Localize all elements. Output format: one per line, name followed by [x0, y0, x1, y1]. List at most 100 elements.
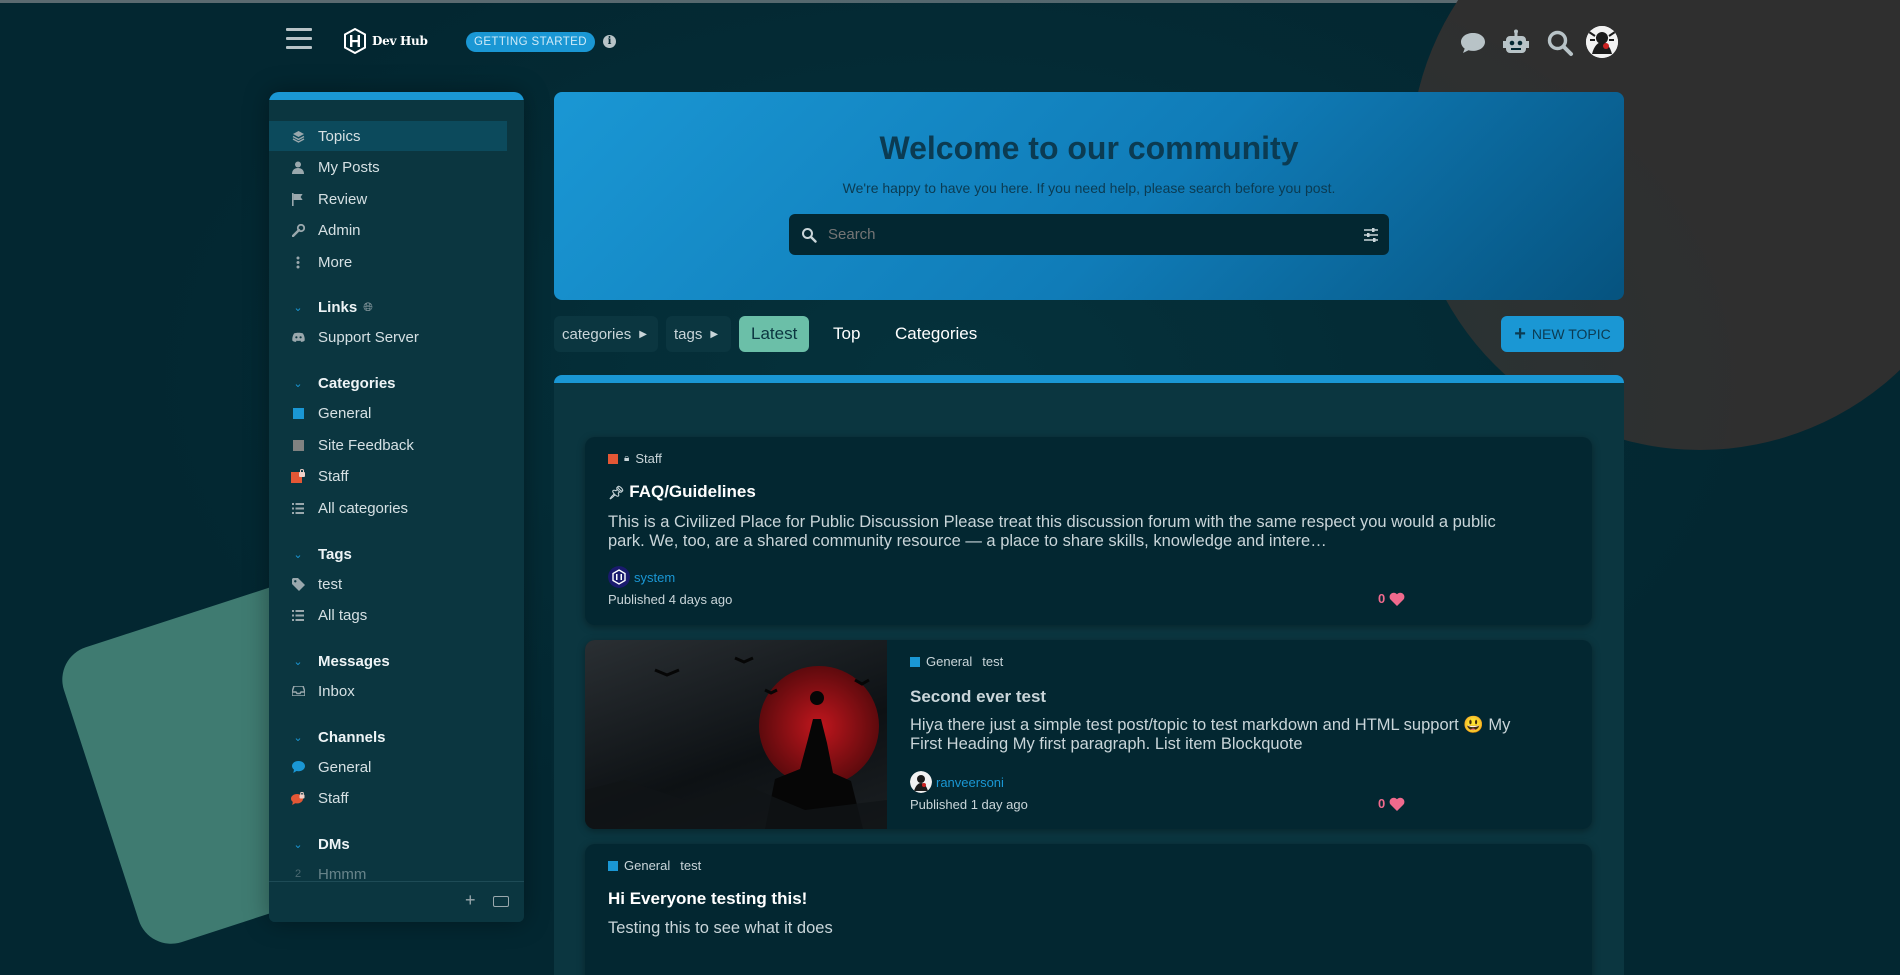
like-count-value: 0 — [1378, 796, 1386, 811]
sidebar-item-label: Review — [318, 190, 368, 208]
topic-title[interactable]: 📌︎ FAQ/Guidelines — [608, 482, 756, 502]
topic-author[interactable]: ranveersoni — [910, 771, 1004, 793]
topic-author[interactable]: system — [608, 566, 675, 588]
search-icon — [802, 227, 817, 243]
chevron-down-icon: ⌄ — [293, 731, 303, 744]
sidebar-item-label: General — [318, 758, 372, 776]
sidebar-item-topics[interactable]: Topics — [269, 121, 507, 151]
topic-category[interactable]: General test — [608, 858, 701, 873]
sidebar-item-label: Topics — [318, 127, 361, 145]
tags-dropdown[interactable]: tags ▶ — [666, 316, 731, 352]
author-name: system — [634, 569, 676, 585]
topic-list: 🔒︎ Staff 📌︎ FAQ/Guidelines This is a Civ… — [554, 375, 1624, 975]
topic-tag[interactable]: test — [680, 858, 701, 873]
sidebar-item-inbox[interactable]: Inbox — [269, 676, 507, 706]
sidebar-item-label: Support Server — [318, 328, 419, 346]
list-icon — [291, 608, 305, 622]
site-logo[interactable]: Dev Hub — [344, 28, 428, 54]
sidebar-item-more[interactable]: More — [269, 247, 507, 277]
banner-subtitle: We're happy to have you here. If you nee… — [842, 180, 1336, 196]
chevron-down-icon: ⌄ — [293, 377, 303, 390]
heart-icon — [1389, 797, 1405, 811]
caret-right-icon: ▶ — [639, 328, 647, 340]
topic-category[interactable]: 🔒︎ Staff — [608, 451, 662, 466]
topic-tag[interactable]: test — [982, 654, 1003, 669]
sidebar-item-review[interactable]: Review — [269, 184, 507, 214]
section-title: Links — [318, 298, 358, 316]
sidebar-item-label: Staff — [318, 467, 349, 485]
topic-list-accent-bar — [554, 375, 1624, 383]
sidebar-section-dms[interactable]: ⌄ DMs — [269, 831, 507, 857]
categories-dropdown[interactable]: categories ▶ — [554, 316, 658, 352]
topic-title[interactable]: Hi Everyone testing this! — [608, 889, 807, 909]
search-input[interactable] — [826, 225, 1350, 244]
globe-icon: 🌐︎ — [363, 299, 373, 314]
thumbnail-artwork — [585, 656, 887, 829]
menu-icon[interactable] — [286, 28, 312, 50]
like-count[interactable]: 0 — [1378, 591, 1405, 606]
topic-card[interactable]: General test Hi Everyone testing this! T… — [585, 844, 1592, 975]
topic-card[interactable]: General test Second ever test Hiya there… — [585, 640, 1592, 829]
new-topic-button[interactable]: + NEW TOPIC — [1501, 316, 1624, 352]
welcome-banner: Welcome to our community We're happy to … — [554, 92, 1624, 300]
sidebar-item-staff[interactable]: Staff — [269, 461, 507, 491]
user-avatar[interactable] — [1586, 26, 1618, 58]
topic-title[interactable]: Second ever test — [910, 687, 1046, 707]
banner-search-box[interactable] — [789, 214, 1389, 255]
chevron-down-icon: ⌄ — [293, 655, 303, 668]
category-square-icon — [608, 860, 618, 871]
sidebar-item-site-feedback[interactable]: Site Feedback — [269, 430, 507, 460]
sidebar-item-label: Inbox — [318, 682, 355, 700]
plus-icon[interactable]: + — [465, 890, 476, 911]
search-icon[interactable] — [1545, 28, 1575, 58]
new-topic-label: NEW TOPIC — [1531, 326, 1611, 342]
tab-top[interactable]: Top — [833, 316, 860, 352]
sidebar-item-tag-test[interactable]: test — [269, 569, 507, 599]
category-square-icon — [291, 406, 305, 420]
heart-icon — [1389, 592, 1405, 606]
tab-categories[interactable]: Categories — [895, 316, 977, 352]
sidebar-item-label: Hmmm — [318, 865, 367, 883]
topic-excerpt: Testing this to see what it does — [608, 919, 1568, 938]
keyboard-icon[interactable] — [493, 896, 509, 907]
tags-dropdown-label: tags — [674, 325, 703, 343]
system-avatar — [608, 566, 630, 588]
info-icon[interactable]: i — [603, 35, 616, 48]
sidebar-section-messages[interactable]: ⌄ Messages — [269, 648, 507, 674]
topic-card[interactable]: 🔒︎ Staff 📌︎ FAQ/Guidelines This is a Civ… — [585, 437, 1592, 625]
sidebar-section-categories[interactable]: ⌄ Categories — [269, 370, 507, 396]
robot-icon[interactable] — [1501, 28, 1531, 58]
sidebar-item-my-posts[interactable]: My Posts — [269, 152, 507, 182]
category-square-icon — [608, 453, 618, 464]
user-icon — [291, 160, 305, 174]
category-name: General — [926, 654, 973, 669]
sidebar-item-label: Admin — [318, 221, 361, 239]
like-count[interactable]: 0 — [1378, 796, 1405, 811]
topic-category[interactable]: General test — [910, 654, 1003, 669]
sidebar-item-all-tags[interactable]: All tags — [269, 600, 507, 630]
sidebar-item-admin[interactable]: Admin — [269, 215, 507, 245]
inbox-icon — [291, 684, 305, 698]
getting-started-badge[interactable]: GETTING STARTED — [466, 32, 595, 52]
categories-dropdown-label: categories — [562, 325, 632, 343]
sidebar-item-general[interactable]: General — [269, 398, 507, 428]
sidebar-item-label: Site Feedback — [318, 436, 414, 454]
category-square-icon — [291, 438, 305, 452]
sidebar-section-channels[interactable]: ⌄ Channels — [269, 724, 507, 750]
sidebar-item-all-categories[interactable]: All categories — [269, 493, 507, 523]
sidebar-item-support-server[interactable]: Support Server — [269, 322, 507, 352]
sidebar-accent-bar — [269, 92, 524, 100]
pin-icon: 📌︎ — [608, 485, 625, 500]
sidebar-item-channel-general[interactable]: General — [269, 752, 507, 782]
sliders-icon[interactable] — [1363, 227, 1379, 243]
tab-latest[interactable]: Latest — [739, 316, 810, 352]
chat-icon[interactable] — [1458, 28, 1488, 58]
tag-icon — [291, 577, 305, 591]
sidebar-section-links[interactable]: ⌄ Links 🌐︎ — [269, 294, 507, 320]
section-title: Tags — [318, 545, 352, 563]
topic-thumbnail[interactable] — [585, 640, 887, 829]
wrench-icon — [291, 223, 305, 237]
sidebar-section-tags[interactable]: ⌄ Tags — [269, 541, 507, 567]
sidebar-item-channel-staff[interactable]: Staff — [269, 783, 507, 813]
published-date: Published 1 day ago — [910, 797, 1028, 812]
